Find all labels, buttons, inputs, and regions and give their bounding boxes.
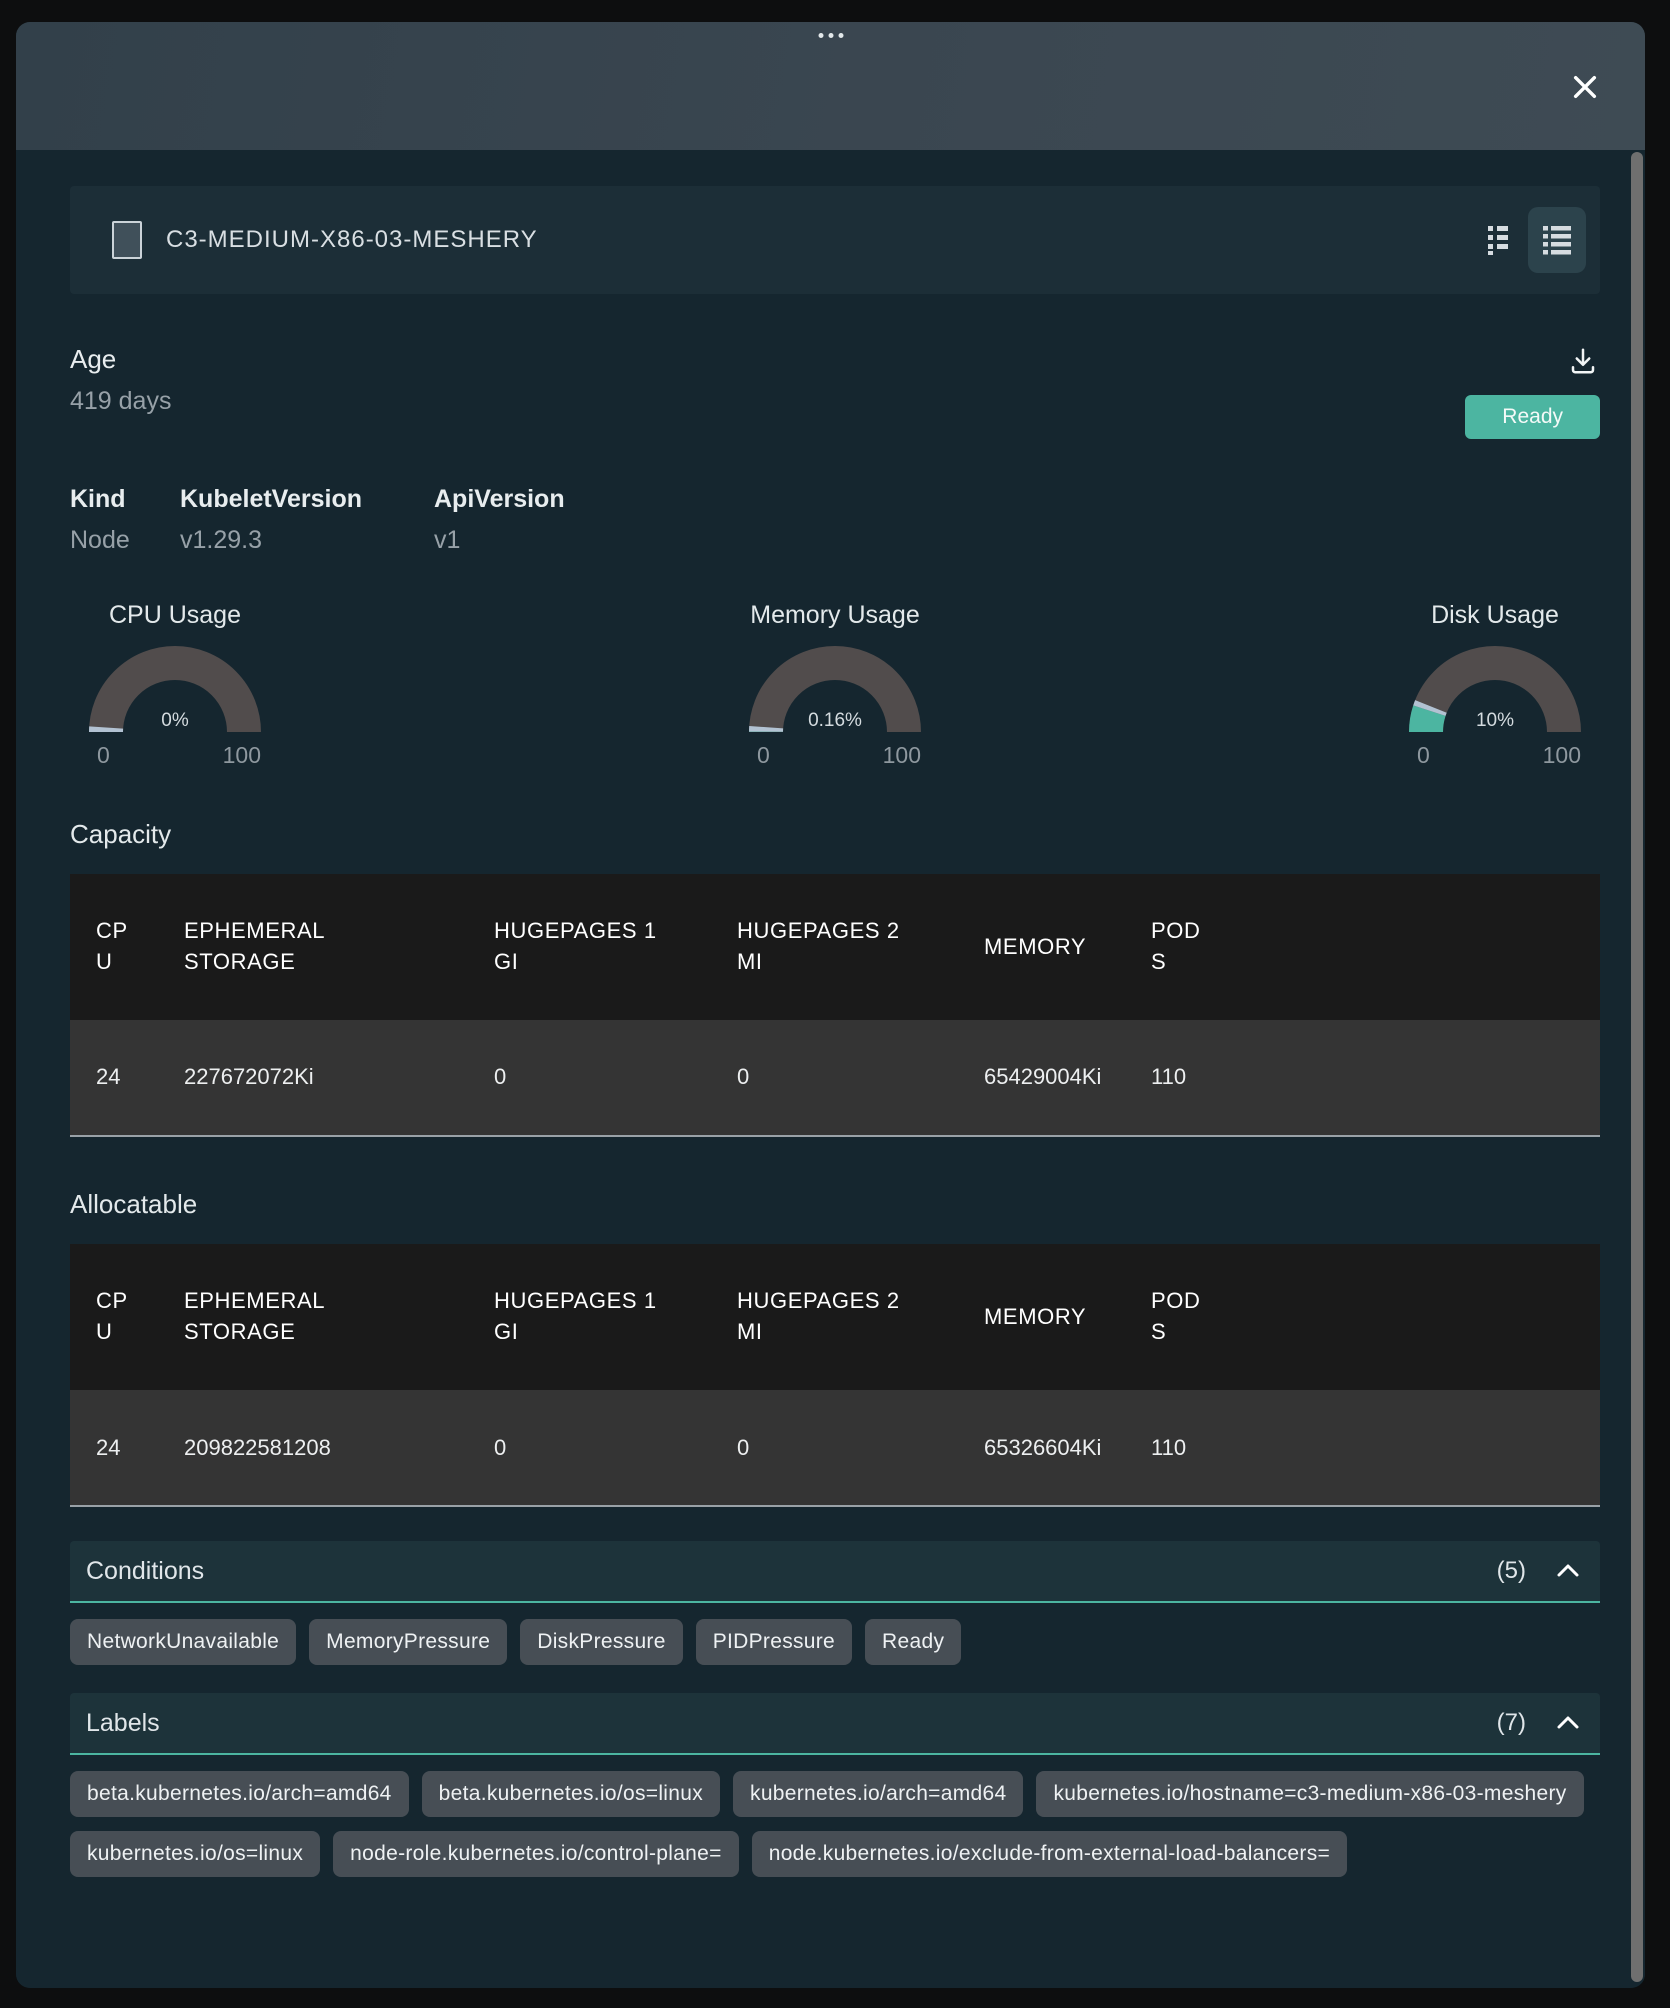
memory-usage-gauge: Memory Usage 0.16% 0 100 <box>730 601 940 769</box>
label-chip: kubernetes.io/hostname=c3-medium-x86-03-… <box>1036 1771 1583 1817</box>
allocatable-pods-value: 110 <box>1151 1433 1186 1464</box>
age-value: 419 days <box>70 387 171 416</box>
cpu-usage-gauge: CPU Usage 0% 0 100 <box>70 601 280 769</box>
capacity-ephemeral-storage-value: 227672072Ki <box>184 1062 314 1093</box>
dialog-drag-header <box>16 22 1645 150</box>
capacity-hugepages-2mi-value: 0 <box>737 1062 749 1093</box>
cpu-usage-title: CPU Usage <box>109 601 241 630</box>
dialog-content: C3-MEDIUM-X86-03-MESHERY <box>16 150 1645 1988</box>
close-icon <box>1569 91 1601 106</box>
chevron-up-icon <box>1556 1562 1580 1581</box>
allocatable-hugepages-1gi-value: 0 <box>494 1433 506 1464</box>
allocatable-col-memory: MEMORY <box>984 1302 1086 1333</box>
capacity-col-hugepages-2mi: HUGEPAGES 2 MI <box>737 916 905 978</box>
capacity-col-memory: MEMORY <box>984 932 1086 963</box>
condition-chip: NetworkUnavailable <box>70 1619 296 1665</box>
api-version-label: ApiVersion <box>434 485 565 514</box>
chevron-up-icon <box>1556 1714 1580 1733</box>
kubelet-version-value: v1.29.3 <box>180 526 434 555</box>
memory-gauge-max: 100 <box>883 742 921 769</box>
download-icon <box>1568 364 1598 379</box>
allocatable-col-cpu: CPU <box>96 1286 136 1348</box>
condition-chip: MemoryPressure <box>309 1619 507 1665</box>
allocatable-cpu-value: 24 <box>96 1433 120 1464</box>
close-button[interactable] <box>1565 68 1605 108</box>
kubelet-version-label: KubeletVersion <box>180 485 434 514</box>
table-row: 24 209822581208 0 0 65326604Ki 110 <box>70 1390 1600 1507</box>
disk-gauge-max: 100 <box>1543 742 1581 769</box>
disk-gauge-min: 0 <box>1417 742 1430 769</box>
node-title: C3-MEDIUM-X86-03-MESHERY <box>166 226 538 254</box>
labels-count: (7) <box>1497 1709 1526 1737</box>
download-button[interactable] <box>1566 344 1600 381</box>
disk-usage-percent: 10% <box>1409 710 1581 732</box>
label-chip: beta.kubernetes.io/arch=amd64 <box>70 1771 409 1817</box>
disk-usage-title: Disk Usage <box>1431 601 1559 630</box>
cpu-usage-percent: 0% <box>89 710 261 732</box>
cpu-gauge-min: 0 <box>97 742 110 769</box>
conditions-section-bar: Conditions (5) <box>70 1541 1600 1603</box>
node-details-dialog: C3-MEDIUM-X86-03-MESHERY <box>16 22 1645 1988</box>
age-label: Age <box>70 344 171 375</box>
disk-usage-gauge: Disk Usage 10% 0 100 <box>1390 601 1600 769</box>
capacity-table: CPU EPHEMERAL STORAGE HUGEPAGES 1 GI HUG… <box>70 874 1600 1137</box>
label-chip: kubernetes.io/os=linux <box>70 1831 320 1877</box>
allocatable-table: CPU EPHEMERAL STORAGE HUGEPAGES 1 GI HUG… <box>70 1244 1600 1507</box>
condensed-list-icon <box>1486 222 1510 259</box>
condition-chip: PIDPressure <box>696 1619 852 1665</box>
kind-row: Kind Node KubeletVersion v1.29.3 ApiVers… <box>70 485 1600 555</box>
conditions-collapse-button[interactable] <box>1556 1562 1580 1581</box>
condensed-list-view-button[interactable] <box>1478 214 1518 267</box>
conditions-chip-list: NetworkUnavailable MemoryPressure DiskPr… <box>70 1619 1600 1665</box>
allocatable-header-row: CPU EPHEMERAL STORAGE HUGEPAGES 1 GI HUG… <box>70 1244 1600 1390</box>
allocatable-heading: Allocatable <box>70 1189 1600 1220</box>
capacity-col-pods: PODS <box>1151 916 1205 978</box>
allocatable-memory-value: 65326604Ki <box>984 1433 1101 1464</box>
capacity-col-hugepages-1gi: HUGEPAGES 1 GI <box>494 916 662 978</box>
node-title-card: C3-MEDIUM-X86-03-MESHERY <box>70 186 1600 294</box>
usage-gauges: CPU Usage 0% 0 100 Memory Usage <box>70 601 1600 769</box>
list-icon <box>1541 223 1573 258</box>
kind-value: Node <box>70 526 180 555</box>
cpu-gauge-max: 100 <box>223 742 261 769</box>
labels-section-bar: Labels (7) <box>70 1693 1600 1755</box>
capacity-hugepages-1gi-value: 0 <box>494 1062 506 1093</box>
allocatable-col-hugepages-1gi: HUGEPAGES 1 GI <box>494 1286 662 1348</box>
label-chip: node-role.kubernetes.io/control-plane= <box>333 1831 739 1877</box>
allocatable-ephemeral-storage-value: 209822581208 <box>184 1433 331 1464</box>
capacity-memory-value: 65429004Ki <box>984 1062 1101 1093</box>
status-badge: Ready <box>1465 395 1600 439</box>
label-chip: kubernetes.io/arch=amd64 <box>733 1771 1023 1817</box>
ellipsis-icon[interactable] <box>818 33 843 38</box>
memory-usage-percent: 0.16% <box>749 710 921 732</box>
capacity-pods-value: 110 <box>1151 1062 1186 1093</box>
labels-collapse-button[interactable] <box>1556 1714 1580 1733</box>
memory-usage-title: Memory Usage <box>750 601 920 630</box>
condition-chip: DiskPressure <box>520 1619 682 1665</box>
label-chip: beta.kubernetes.io/os=linux <box>422 1771 720 1817</box>
node-checkbox[interactable] <box>112 221 142 259</box>
labels-chip-list: beta.kubernetes.io/arch=amd64 beta.kuber… <box>70 1771 1600 1877</box>
scrollbar[interactable] <box>1631 152 1643 1982</box>
kind-label: Kind <box>70 485 180 514</box>
capacity-col-ephemeral-storage: EPHEMERAL STORAGE <box>184 916 336 978</box>
api-version-value: v1 <box>434 526 565 555</box>
capacity-header-row: CPU EPHEMERAL STORAGE HUGEPAGES 1 GI HUG… <box>70 874 1600 1020</box>
capacity-col-cpu: CPU <box>96 916 136 978</box>
condition-chip: Ready <box>865 1619 961 1665</box>
label-chip: node.kubernetes.io/exclude-from-external… <box>752 1831 1347 1877</box>
allocatable-col-pods: PODS <box>1151 1286 1205 1348</box>
capacity-cpu-value: 24 <box>96 1062 120 1093</box>
memory-gauge-min: 0 <box>757 742 770 769</box>
allocatable-col-hugepages-2mi: HUGEPAGES 2 MI <box>737 1286 905 1348</box>
list-view-button[interactable] <box>1528 207 1586 273</box>
allocatable-hugepages-2mi-value: 0 <box>737 1433 749 1464</box>
age-block: Age 419 days <box>70 344 171 416</box>
allocatable-col-ephemeral-storage: EPHEMERAL STORAGE <box>184 1286 336 1348</box>
conditions-count: (5) <box>1497 1557 1526 1585</box>
conditions-title: Conditions <box>86 1557 204 1586</box>
labels-title: Labels <box>86 1709 160 1738</box>
table-row: 24 227672072Ki 0 0 65429004Ki 110 <box>70 1020 1600 1137</box>
capacity-heading: Capacity <box>70 819 1600 850</box>
